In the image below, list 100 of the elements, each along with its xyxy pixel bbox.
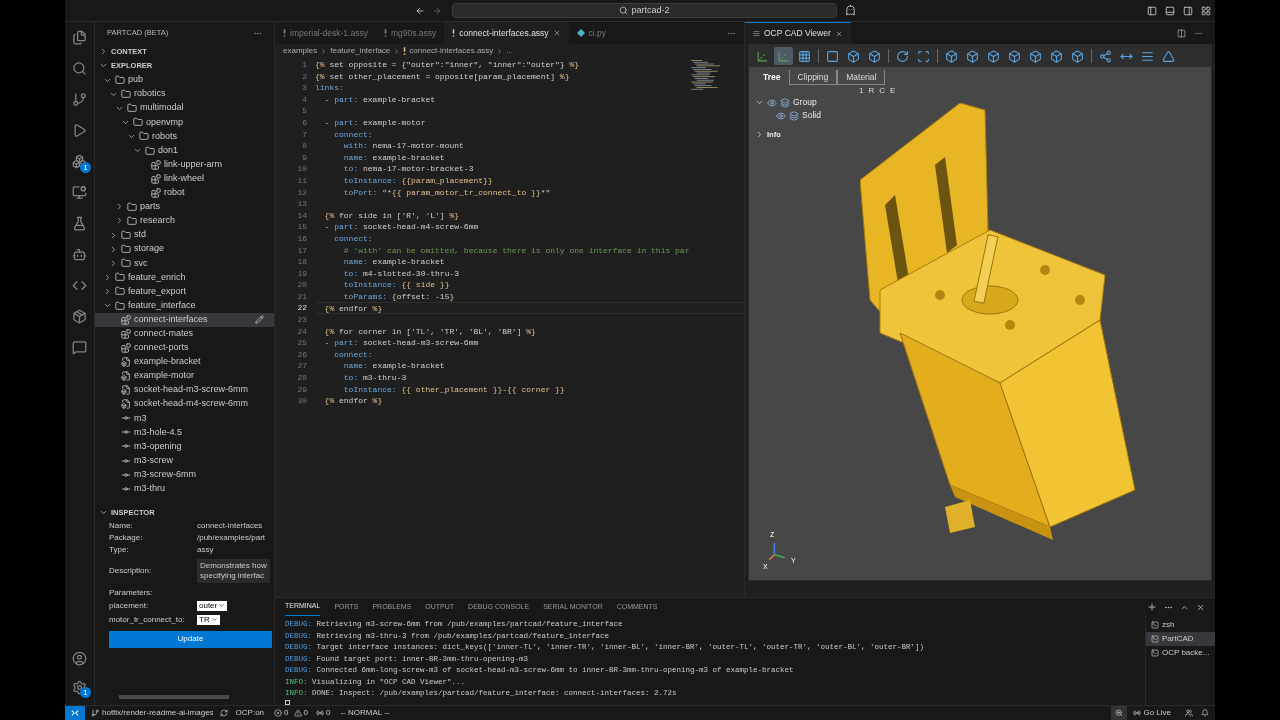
- chevron-right-icon[interactable]: [755, 130, 764, 139]
- add-terminal-icon[interactable]: [1147, 602, 1157, 612]
- breadcrumb[interactable]: connect-interfaces.assy: [409, 45, 494, 57]
- go-live-button[interactable]: Go Live: [1133, 707, 1171, 719]
- source-control-icon[interactable]: [72, 92, 87, 107]
- tree-item[interactable]: robotics: [95, 87, 274, 102]
- tree-item[interactable]: connect-mates: [95, 326, 274, 341]
- notifications-icon[interactable]: [1201, 709, 1209, 717]
- ocp-status[interactable]: OCP:on: [235, 707, 265, 719]
- tree-item[interactable]: m3: [95, 411, 274, 426]
- chevron-right-icon[interactable]: [115, 202, 124, 212]
- update-button[interactable]: Update: [109, 630, 272, 648]
- tree-item[interactable]: storage: [95, 242, 274, 257]
- tree-item[interactable]: Group: [793, 96, 817, 109]
- tree-item[interactable]: robots: [95, 129, 274, 144]
- scrollbar[interactable]: [119, 695, 229, 699]
- tree-item[interactable]: connect-interfaces: [95, 312, 274, 327]
- ports-item[interactable]: 0: [316, 707, 331, 719]
- eye-icon[interactable]: [776, 110, 786, 121]
- tree-item[interactable]: robot: [95, 185, 274, 200]
- layout-icon[interactable]: [1201, 6, 1211, 16]
- tree-item[interactable]: feature_export: [95, 284, 274, 299]
- tree-item[interactable]: m3-screw: [95, 453, 274, 468]
- chevron-right-icon[interactable]: [109, 230, 118, 240]
- tree-item[interactable]: parts: [95, 199, 274, 214]
- tree-item[interactable]: link-wheel: [95, 171, 274, 186]
- tree-item[interactable]: socket-head-m3-screw-6mm: [95, 383, 274, 398]
- tree-item[interactable]: multimodal: [95, 101, 274, 116]
- eye-icon[interactable]: [767, 97, 777, 108]
- editor-tab[interactable]: mg90s.assy: [375, 22, 445, 44]
- chevron-right-icon[interactable]: [115, 216, 124, 226]
- chevron-right-icon[interactable]: [103, 286, 112, 296]
- chevron-down-icon[interactable]: [133, 146, 142, 155]
- terminal-session[interactable]: OCP backe...: [1146, 646, 1215, 660]
- tree-item[interactable]: m3-screw-6mm: [95, 467, 274, 482]
- tree-item[interactable]: Solid: [802, 109, 821, 122]
- viewer-tab[interactable]: Clipping: [788, 70, 838, 85]
- chevron-right-icon[interactable]: [103, 272, 112, 282]
- back-icon[interactable]: [415, 6, 425, 16]
- flask-icon[interactable]: [72, 216, 87, 231]
- breadcrumb[interactable]: feature_interface: [330, 45, 391, 57]
- copilot-icon[interactable]: [845, 5, 856, 16]
- files-icon[interactable]: [72, 30, 87, 45]
- tree-item[interactable]: socket-head-m4-screw-6mm: [95, 397, 274, 412]
- sync-icon[interactable]: [219, 709, 228, 717]
- dropdown[interactable]: outer: [197, 600, 228, 611]
- line-number: 23: [297, 314, 307, 326]
- tree-item[interactable]: m3-hole-4.5: [95, 425, 274, 440]
- viewer-tab[interactable]: Material: [837, 70, 886, 85]
- tree-item[interactable]: svc: [95, 256, 274, 271]
- close-icon[interactable]: [834, 29, 843, 38]
- tree-item[interactable]: m3-thru: [95, 481, 274, 496]
- branch-item[interactable]: hotfix/render-readme-ai-images: [91, 707, 214, 719]
- tree-item[interactable]: example-motor: [95, 368, 274, 384]
- tree-item[interactable]: connect-ports: [95, 340, 274, 355]
- tree-item[interactable]: m3-opening: [95, 439, 274, 454]
- code-icon[interactable]: [72, 278, 87, 293]
- problems-item[interactable]: 0 0: [274, 707, 308, 719]
- tree-item[interactable]: research: [95, 213, 274, 229]
- terminal-session[interactable]: zsh: [1146, 618, 1215, 632]
- remote-button[interactable]: [65, 706, 85, 720]
- tree-item[interactable]: openvmp: [95, 115, 274, 130]
- tree-item[interactable]: link-upper-arm: [95, 157, 274, 172]
- toggle-panel-icon[interactable]: [1165, 6, 1175, 16]
- package-icon[interactable]: [72, 309, 87, 324]
- tree-item[interactable]: example-bracket: [95, 354, 274, 369]
- tree-item[interactable]: don1: [95, 143, 274, 158]
- chevron-right-icon[interactable]: [99, 46, 108, 56]
- split-editor-icon[interactable]: [1177, 28, 1186, 38]
- dropdown[interactable]: TR: [197, 614, 220, 625]
- chevron-right-icon[interactable]: [109, 244, 118, 254]
- remote-monitor-icon[interactable]: [72, 185, 87, 200]
- toggle-sidebar-icon[interactable]: [1147, 6, 1157, 16]
- search-icon[interactable]: [72, 61, 87, 76]
- toggle-secondary-icon[interactable]: [1183, 6, 1193, 16]
- tree-item[interactable]: feature_interface: [95, 298, 274, 313]
- breadcrumb[interactable]: examples: [283, 45, 318, 57]
- run-icon[interactable]: [72, 123, 87, 138]
- search-field[interactable]: partcad-2: [452, 3, 837, 18]
- editor-tab[interactable]: connect-interfaces.assy: [444, 22, 569, 44]
- terminal-session[interactable]: PartCAD: [1146, 632, 1215, 646]
- chevron-right-icon[interactable]: [109, 258, 118, 268]
- chat-icon[interactable]: [72, 340, 87, 355]
- tree-item[interactable]: std: [95, 228, 274, 243]
- viewer-tab[interactable]: Tree: [755, 70, 789, 85]
- editor-tab[interactable]: OCP CAD Viewer: [745, 22, 851, 44]
- account-icon[interactable]: [72, 651, 87, 666]
- chevron-down-icon[interactable]: [755, 98, 764, 107]
- close-icon[interactable]: [552, 29, 561, 37]
- zoom-button[interactable]: [1111, 706, 1128, 720]
- editor-tab[interactable]: imperial-desk-1.assy: [275, 22, 376, 44]
- accounts-icon[interactable]: [1185, 709, 1193, 717]
- close-icon[interactable]: [1196, 602, 1205, 612]
- pencil-icon[interactable]: [255, 315, 264, 325]
- tree-item[interactable]: pub: [95, 73, 274, 88]
- editor-tab[interactable]: ci.py: [568, 22, 615, 44]
- breadcrumb[interactable]: ...: [506, 45, 513, 57]
- robot-icon[interactable]: [72, 247, 87, 262]
- tree-item[interactable]: feature_enrich: [95, 270, 274, 285]
- settings-icon[interactable]: [72, 680, 87, 695]
